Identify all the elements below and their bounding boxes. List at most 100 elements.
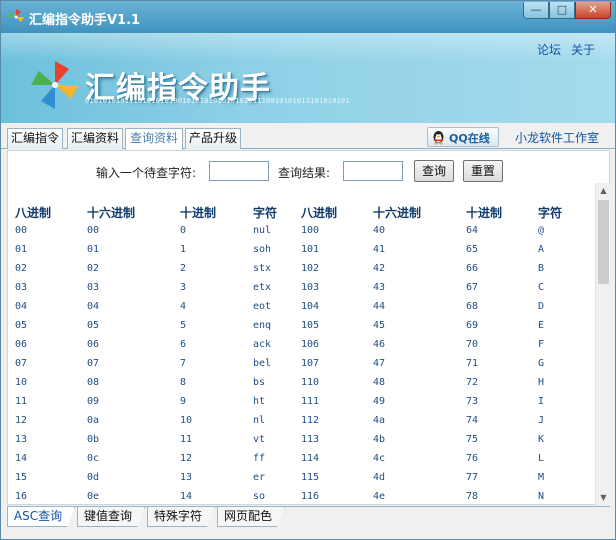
tab-asm-instructions[interactable]: 汇编指令 (7, 128, 63, 149)
cell-char: ht (253, 396, 266, 407)
cell-decimal: 11 (180, 434, 193, 445)
app-window: 汇编指令助手V1.1 — □ ✕ 汇编指令助手 0101010101110101… (0, 0, 616, 540)
col-header-hex: 十六进制 (87, 206, 136, 220)
cell-hex-2: 45 (373, 320, 386, 331)
table-row: 15 0d 13 er 115 4d 77 M (8, 470, 594, 489)
cell-decimal: 7 (180, 358, 187, 369)
cell-octal: 05 (15, 320, 28, 331)
result-field[interactable] (343, 161, 403, 181)
col-header-decimal: 十进制 (180, 206, 217, 220)
vertical-scrollbar[interactable]: ▲ ▼ (595, 183, 610, 505)
cell-octal: 14 (15, 453, 28, 464)
query-panel: 输入一个待查字符: 查询结果: 查询 重置 八进制 十六进制 十进制 字符 八进… (7, 150, 610, 505)
tab-web-colors[interactable]: 网页配色 (217, 507, 285, 527)
table-row: 00 00 0 nul 100 40 64 @ (8, 223, 594, 242)
cell-decimal-2: 71 (466, 358, 479, 369)
tab-query-materials[interactable]: 查询资料 (125, 128, 183, 150)
cell-decimal: 1 (180, 244, 187, 255)
cell-hex: 0b (87, 434, 100, 445)
close-button[interactable]: ✕ (575, 2, 611, 19)
tab-asm-materials[interactable]: 汇编资料 (67, 128, 123, 149)
cell-octal-2: 106 (301, 339, 320, 350)
cell-char: enq (253, 320, 272, 331)
table-row: 16 0e 14 so 116 4e 78 N (8, 489, 594, 506)
cell-decimal: 4 (180, 301, 187, 312)
cell-char: etx (253, 282, 272, 293)
cell-char-2: @ (538, 225, 545, 236)
cell-char-2: I (538, 396, 545, 407)
table-row: 13 0b 11 vt 113 4b 75 K (8, 432, 594, 451)
cell-hex: 0c (87, 453, 100, 464)
cell-hex: 00 (87, 225, 100, 236)
search-button[interactable]: 查询 (414, 160, 454, 182)
col-header-char: 字符 (253, 206, 278, 220)
title-bar[interactable]: 汇编指令助手V1.1 — □ ✕ (1, 1, 615, 33)
cell-char-2: L (538, 453, 545, 464)
cell-hex: 0a (87, 415, 100, 426)
char-input[interactable] (209, 161, 269, 181)
cell-decimal-2: 66 (466, 263, 479, 274)
cell-char: ack (253, 339, 272, 350)
cell-octal-2: 104 (301, 301, 320, 312)
cell-decimal-2: 74 (466, 415, 479, 426)
cell-hex: 0d (87, 472, 100, 483)
cell-char-2: G (538, 358, 545, 369)
cell-char-2: D (538, 301, 545, 312)
qq-online-button[interactable]: QQ在线 (427, 127, 499, 147)
bottom-tabbar: ASC查询 键值查询 特殊字符 网页配色 (7, 506, 610, 528)
cell-octal: 01 (15, 244, 28, 255)
tab-product-upgrade[interactable]: 产品升级 (185, 128, 241, 149)
cell-hex: 09 (87, 396, 100, 407)
cell-hex: 04 (87, 301, 100, 312)
cell-char-2: B (538, 263, 545, 274)
tab-ascii-query[interactable]: ASC查询 (7, 507, 75, 527)
reset-button[interactable]: 重置 (463, 160, 503, 182)
cell-decimal-2: 68 (466, 301, 479, 312)
cell-decimal: 8 (180, 377, 187, 388)
cell-octal: 02 (15, 263, 28, 274)
cell-decimal-2: 69 (466, 320, 479, 331)
table-row: 03 03 3 etx 103 43 67 C (8, 280, 594, 299)
cell-decimal: 14 (180, 491, 193, 502)
cell-octal: 07 (15, 358, 28, 369)
tab-keycode-query[interactable]: 键值查询 (77, 507, 145, 527)
qq-online-label: QQ在线 (449, 132, 490, 145)
window-title: 汇编指令助手V1.1 (29, 13, 141, 28)
cell-decimal: 0 (180, 225, 187, 236)
cell-hex-2: 4e (373, 491, 386, 502)
cell-decimal: 13 (180, 472, 193, 483)
cell-octal: 10 (15, 377, 28, 388)
scroll-up-arrow-icon[interactable]: ▲ (596, 183, 611, 198)
cell-char-2: C (538, 282, 545, 293)
col-header-octal: 八进制 (15, 206, 52, 220)
cell-char: ff (253, 453, 266, 464)
cell-hex: 0e (87, 491, 100, 502)
table-row: 04 04 4 eot 104 44 68 D (8, 299, 594, 318)
cell-decimal: 3 (180, 282, 187, 293)
about-link[interactable]: 关于 (571, 41, 595, 58)
cell-hex: 01 (87, 244, 100, 255)
result-label: 查询结果: (278, 166, 331, 180)
cell-char: nl (253, 415, 266, 426)
cell-char: er (253, 472, 266, 483)
cell-hex: 05 (87, 320, 100, 331)
scroll-thumb[interactable] (598, 200, 609, 284)
cell-hex: 03 (87, 282, 100, 293)
cell-hex-2: 42 (373, 263, 386, 274)
table-row: 05 05 5 enq 105 45 69 E (8, 318, 594, 337)
forum-link[interactable]: 论坛 (537, 41, 561, 58)
cell-decimal: 10 (180, 415, 193, 426)
cell-char-2: J (538, 415, 545, 426)
cell-decimal: 12 (180, 453, 193, 464)
cell-char-2: E (538, 320, 545, 331)
maximize-button[interactable]: □ (549, 2, 575, 19)
minimize-button[interactable]: — (523, 2, 549, 19)
cell-char: soh (253, 244, 272, 255)
cell-char: bel (253, 358, 272, 369)
tab-special-chars[interactable]: 特殊字符 (147, 507, 215, 527)
table-row: 06 06 6 ack 106 46 70 F (8, 337, 594, 356)
cell-octal-2: 115 (301, 472, 320, 483)
scroll-down-arrow-icon[interactable]: ▼ (596, 490, 611, 505)
studio-link[interactable]: 小龙软件工作室 (515, 129, 599, 146)
cell-char: bs (253, 377, 266, 388)
